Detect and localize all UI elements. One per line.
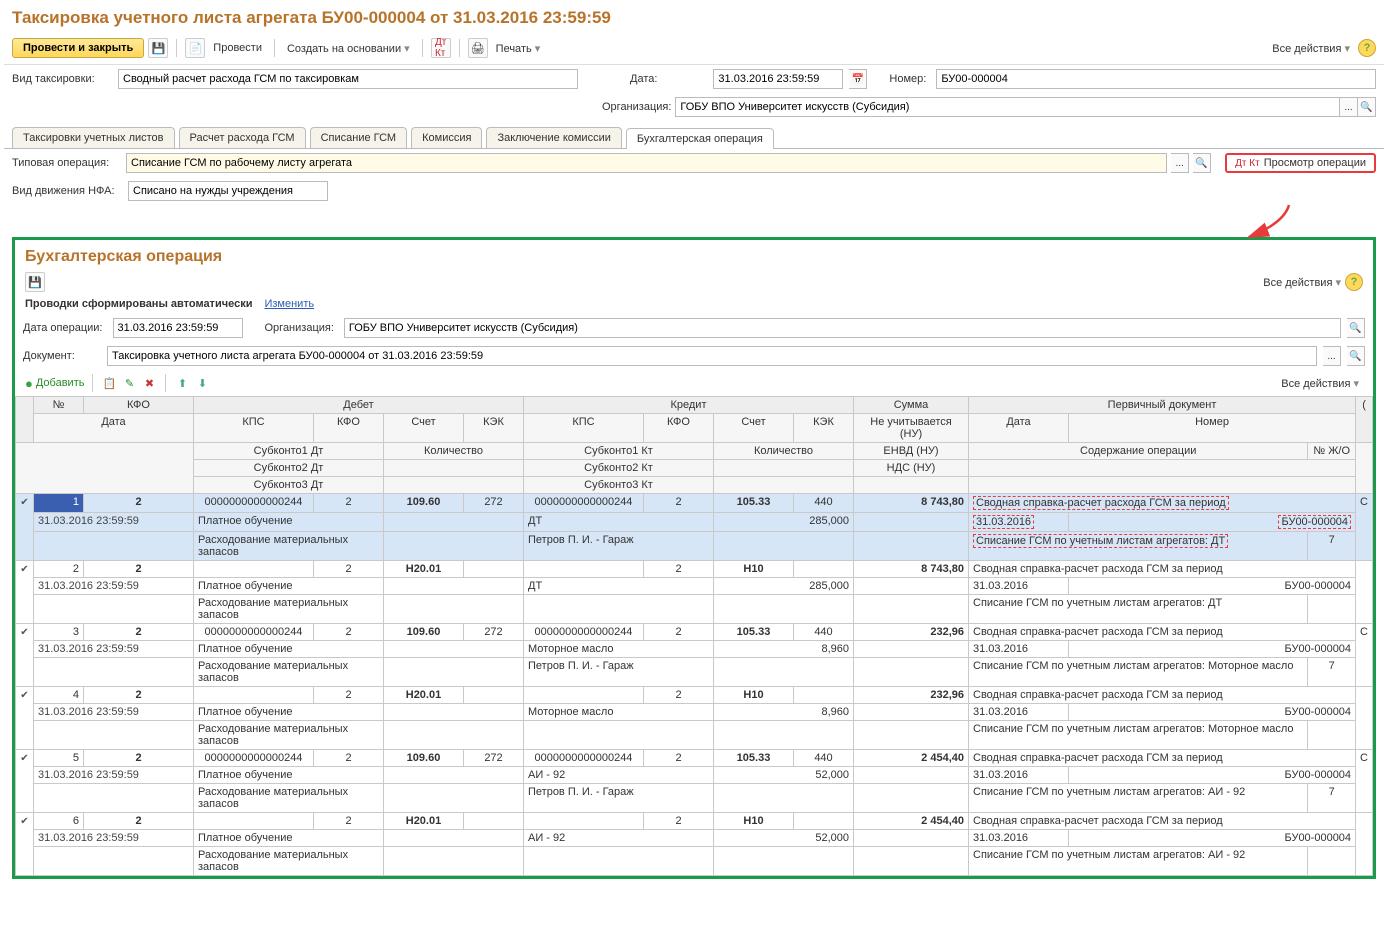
op-date-input[interactable] [113,318,243,338]
tax-type-label: Вид таксировки: [12,73,112,85]
op-org-search-icon[interactable]: 🔍 [1347,318,1365,338]
op-doc-label: Документ: [23,350,101,362]
org-select-icon[interactable]: ... [1340,97,1358,117]
number-label: Номер: [889,73,930,85]
tab-0[interactable]: Таксировки учетных листов [12,127,175,148]
table-row[interactable]: 1200000000000002442109.60272000000000000… [16,494,1373,513]
acct-operation-panel: Бухгалтерская операция 💾 Все действия ? … [12,237,1376,879]
nfa-label: Вид движения НФА: [12,185,122,197]
table-row[interactable]: 222Н20.012Н108 743,80Сводная справка-рас… [16,561,1373,578]
post-icon[interactable]: 📄 [185,38,205,58]
org-label: Организация: [602,101,675,113]
panel-title: Бухгалтерская операция [15,240,1373,270]
save-icon[interactable]: 💾 [148,38,168,58]
print-icon[interactable]: 🖨 [468,38,488,58]
arrow-annotation [1234,203,1314,243]
post-button[interactable]: Провести [209,40,266,56]
org-input[interactable] [675,97,1340,117]
date-picker-icon[interactable]: 📅 [849,69,867,89]
change-link[interactable]: Изменить [264,298,314,310]
typ-op-input[interactable] [126,153,1167,173]
edit-icon[interactable]: ✎ [121,375,137,391]
page-title: Таксировка учетного листа агрегата БУ00-… [4,4,1384,36]
table-row[interactable]: 422Н20.012Н10232,96Сводная справка-расче… [16,687,1373,704]
op-doc-search-icon[interactable]: 🔍 [1347,346,1365,366]
dtkt-icon[interactable]: ДтКт [431,38,451,58]
add-button[interactable]: Добавить [25,376,84,391]
create-based-button[interactable]: Создать на основании [283,40,414,57]
post-close-button[interactable]: Провести и закрыть [12,38,144,58]
delete-icon[interactable]: ✖ [141,375,157,391]
panel-all-actions-button[interactable]: Все действия [1259,274,1345,291]
date-input[interactable] [713,69,843,89]
move-up-icon[interactable]: ⬆ [174,375,190,391]
tab-3[interactable]: Комиссия [411,127,482,148]
panel-help-icon[interactable]: ? [1345,273,1363,291]
nfa-input[interactable] [128,181,328,201]
entries-table[interactable]: № КФО Дебет Кредит Сумма Первичный докум… [15,396,1373,876]
number-input[interactable] [936,69,1376,89]
op-date-label: Дата операции: [23,322,107,334]
table-row[interactable]: 5200000000000002442109.60272000000000000… [16,750,1373,767]
table-all-actions-button[interactable]: Все действия [1277,375,1363,392]
print-button[interactable]: Печать [492,40,545,57]
move-down-icon[interactable]: ⬇ [194,375,210,391]
main-toolbar: Провести и закрыть 💾 📄 Провести Создать … [4,36,1384,65]
tab-1[interactable]: Расчет расхода ГСМ [179,127,306,148]
op-doc-input[interactable] [107,346,1317,366]
panel-save-icon[interactable]: 💾 [25,272,45,292]
auto-generated-label: Проводки сформированы автоматически [25,298,252,310]
table-row[interactable]: 622Н20.012Н102 454,40Сводная справка-рас… [16,813,1373,830]
tabs: Таксировки учетных листовРасчет расхода … [4,121,1384,149]
op-org-label: Организация: [265,322,338,334]
dtkt-icon: Дт Кт [1235,158,1260,169]
typ-op-select-icon[interactable]: ... [1171,153,1189,173]
view-operation-button[interactable]: Дт Кт Просмотр операции [1225,153,1376,173]
copy-icon[interactable]: 📋 [101,375,117,391]
op-org-input[interactable] [344,318,1341,338]
tax-type-input[interactable] [118,69,578,89]
date-label: Дата: [630,73,661,85]
tab-2[interactable]: Списание ГСМ [310,127,408,148]
typ-op-label: Типовая операция: [12,157,122,169]
all-actions-button[interactable]: Все действия [1268,40,1354,57]
table-row[interactable]: 3200000000000002442109.60272000000000000… [16,624,1373,641]
help-icon[interactable]: ? [1358,39,1376,57]
tab-5[interactable]: Бухгалтерская операция [626,128,774,149]
op-doc-select-icon[interactable]: ... [1323,346,1341,366]
org-search-icon[interactable]: 🔍 [1358,97,1376,117]
tab-4[interactable]: Заключение комиссии [486,127,621,148]
typ-op-search-icon[interactable]: 🔍 [1193,153,1211,173]
